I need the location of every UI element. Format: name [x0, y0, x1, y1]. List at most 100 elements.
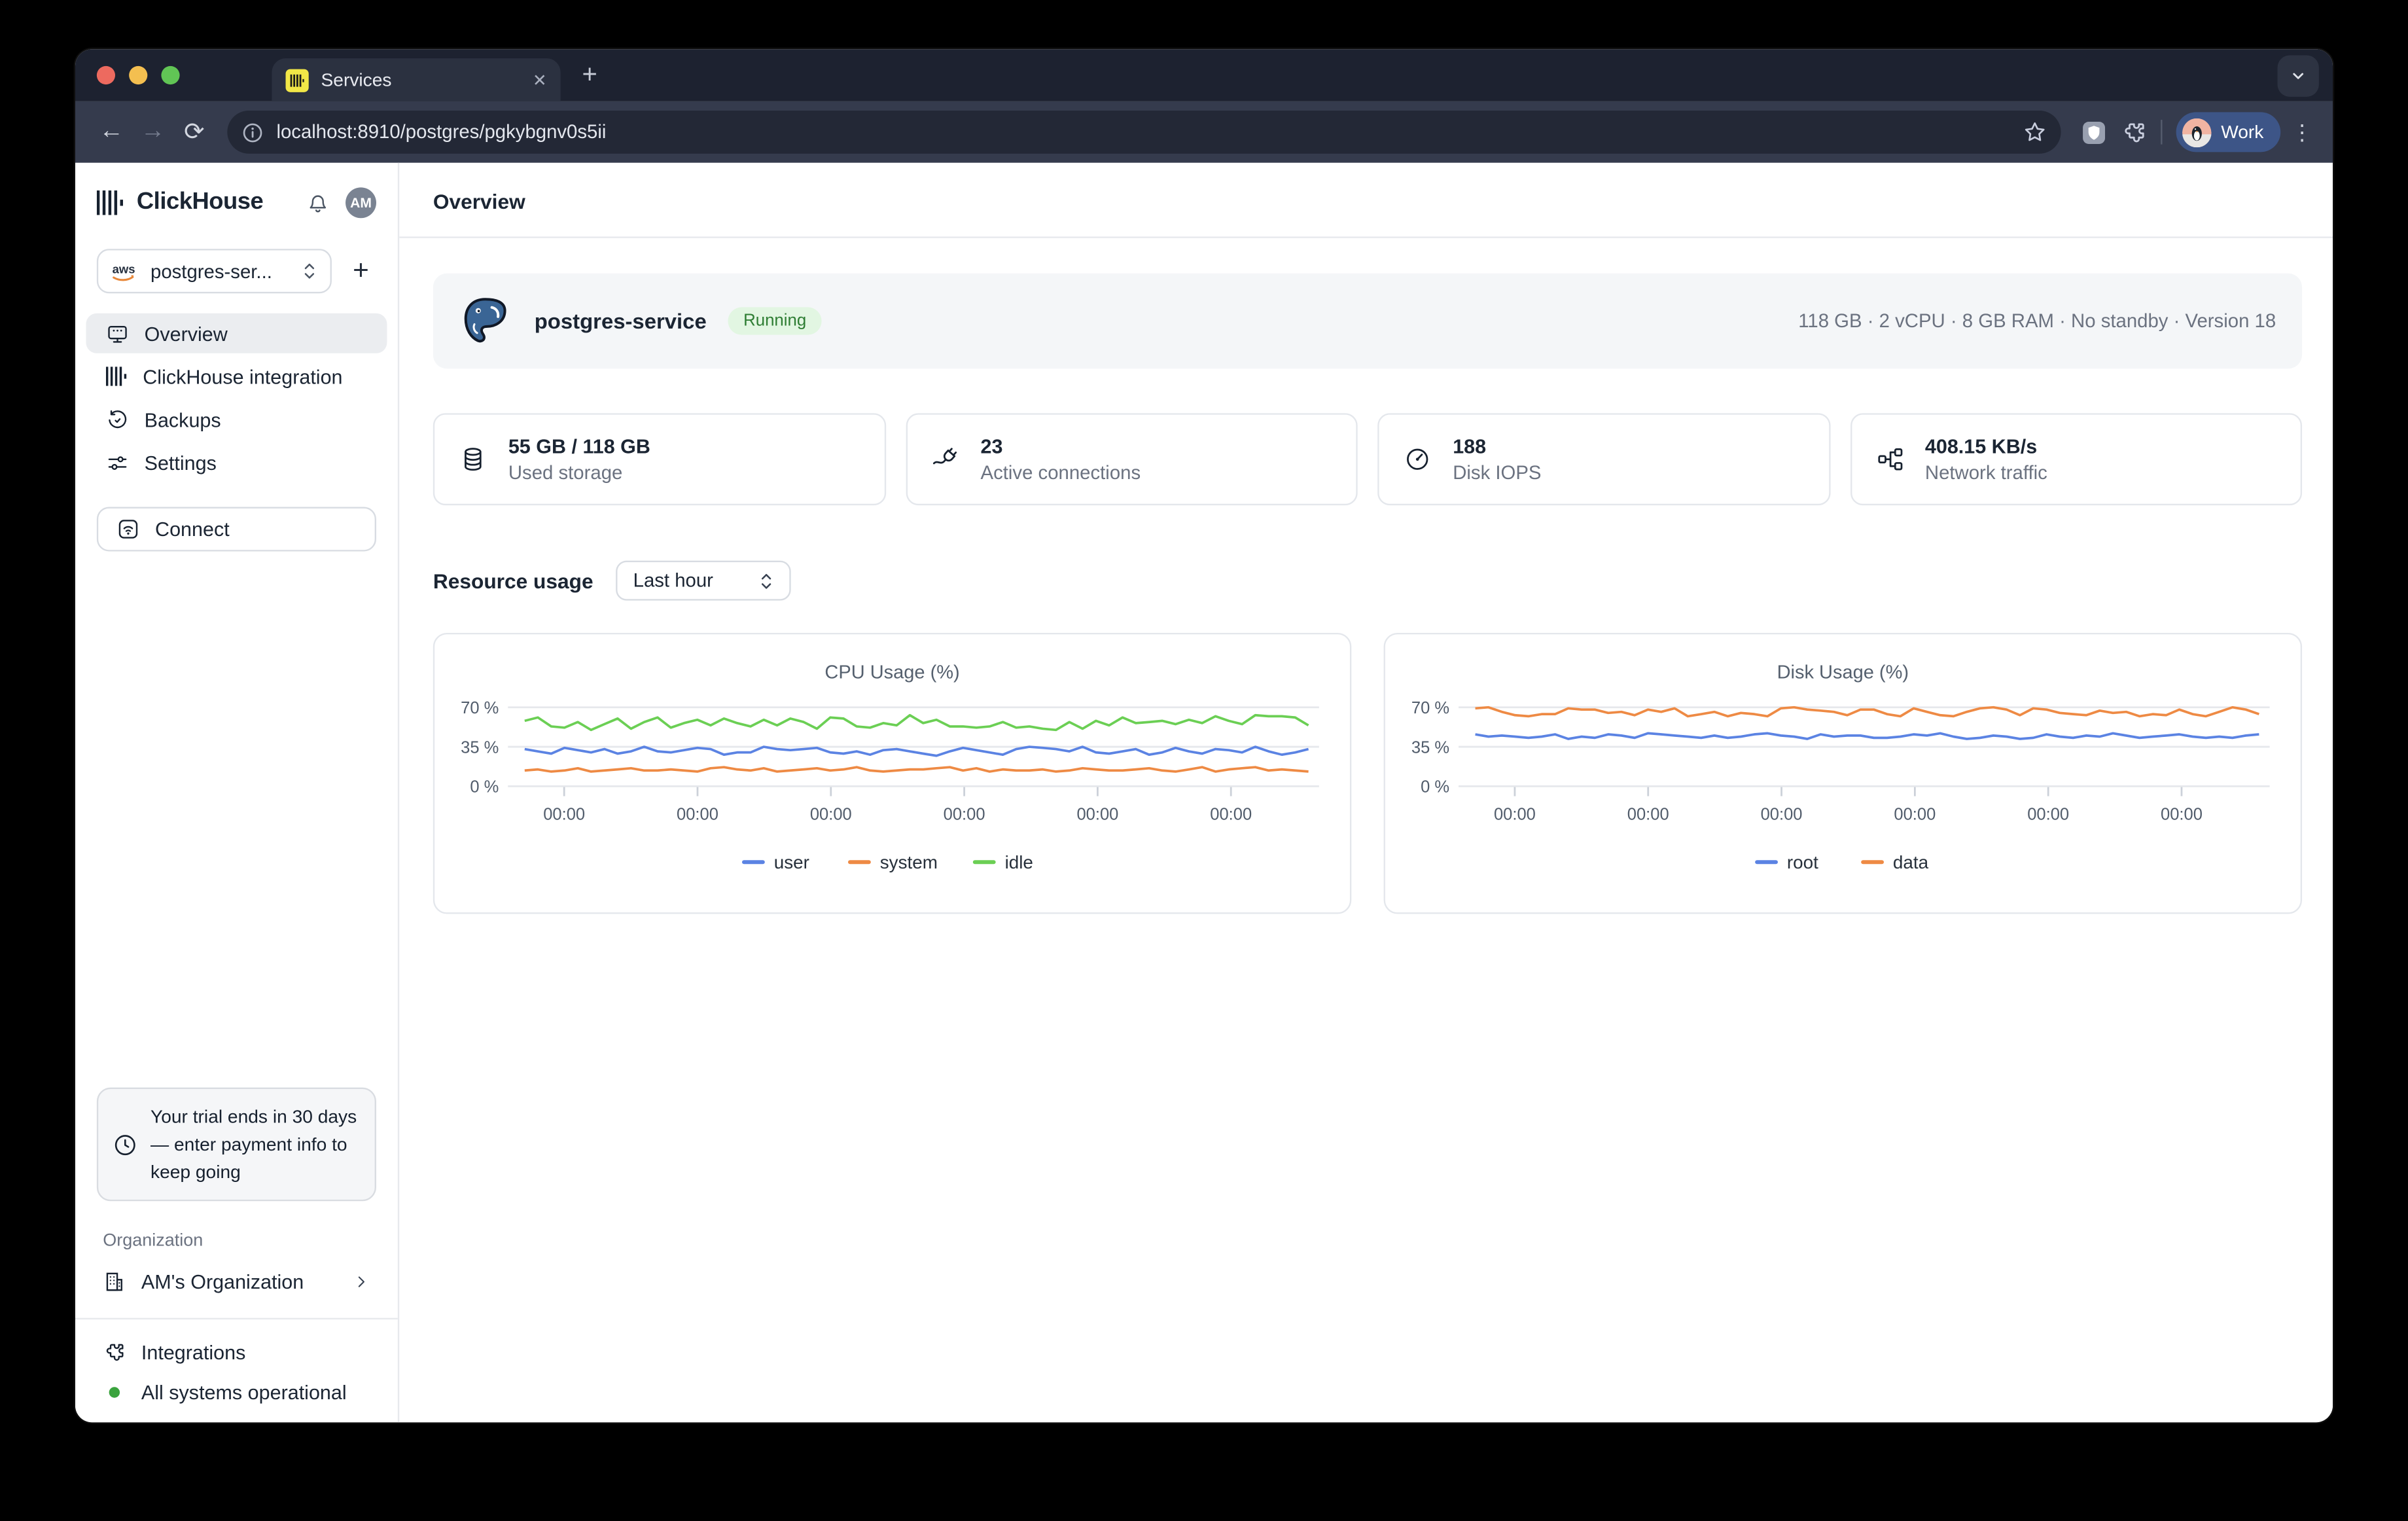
browser-menu-icon[interactable]: ⋮	[2287, 119, 2318, 145]
close-window-button[interactable]	[97, 66, 115, 84]
profile-label: Work	[2221, 121, 2263, 143]
sidebar-item-label: Settings	[145, 451, 217, 474]
service-select-dropdown[interactable]: aws postgres-ser...	[97, 249, 332, 293]
reload-button[interactable]: ⟳	[173, 116, 215, 147]
series-data	[1476, 707, 2259, 717]
connect-button[interactable]: Connect	[97, 507, 376, 551]
series-system	[525, 767, 1309, 772]
integrations-link[interactable]: Integrations	[97, 1341, 376, 1364]
chart-title: Disk Usage (%)	[1777, 662, 1909, 683]
shield-extension-icon[interactable]	[2074, 112, 2114, 152]
brand-name: ClickHouse	[137, 189, 263, 217]
forward-button[interactable]: →	[132, 118, 173, 146]
resource-usage-header: Resource usage Last hour	[433, 561, 2302, 601]
y-tick-label: 0 %	[470, 778, 499, 796]
service-selector-row: aws postgres-ser... +	[97, 249, 376, 293]
url-text[interactable]: localhost:8910/postgres/pgkybgnv0s5ii	[276, 121, 2010, 143]
service-hero-card: postgres-service Running 118 GB · 2 vCPU…	[433, 274, 2302, 369]
y-tick-label: 35 %	[1411, 738, 1449, 757]
x-tick-label: 00:00	[2027, 805, 2069, 823]
tab-search-chevron-icon[interactable]	[2278, 55, 2319, 96]
x-tick-label: 00:00	[1494, 805, 1536, 823]
x-tick-label: 00:00	[944, 805, 985, 823]
service-specs: 118 GB · 2 vCPU · 8 GB RAM · No standby …	[1798, 310, 2276, 332]
y-tick-label: 70 %	[461, 699, 499, 717]
y-tick-label: 0 %	[1421, 778, 1449, 796]
add-service-button[interactable]: +	[345, 255, 376, 287]
time-range-select[interactable]: Last hour	[616, 561, 792, 601]
stat-content: 408.15 KB/s Network traffic	[1925, 435, 2047, 484]
aws-logo: aws	[111, 260, 138, 282]
gauge-icon	[1404, 446, 1431, 473]
stat-card-network-traffic: 408.15 KB/s Network traffic	[1850, 413, 2302, 505]
building-icon	[103, 1270, 126, 1293]
stat-content: 188 Disk IOPS	[1453, 435, 1541, 484]
notifications-bell-icon[interactable]	[306, 190, 330, 215]
profile-button[interactable]: Work	[2176, 112, 2280, 152]
legend-label-system: system	[880, 852, 938, 872]
status-text: All systems operational	[141, 1381, 347, 1404]
legend-label-root: root	[1787, 852, 1818, 872]
sidebar-header: ClickHouse AM	[97, 183, 376, 223]
postgres-logo	[459, 295, 512, 348]
site-info-icon[interactable]	[241, 120, 264, 143]
legend-label-data: data	[1893, 852, 1929, 872]
browser-tab-services[interactable]: Services ✕	[272, 58, 560, 101]
stat-content: 55 GB / 118 GB Used storage	[508, 435, 650, 484]
bookmark-star-icon[interactable]	[2023, 120, 2047, 145]
plug-icon	[931, 446, 959, 473]
tab-close-icon[interactable]: ✕	[533, 70, 547, 90]
sidebar-item-settings[interactable]: Settings	[86, 442, 387, 482]
sidebar-item-label: ClickHouse integration	[143, 365, 342, 387]
charts-row: CPU Usage (%)0 %35 %70 %00:0000:0000:000…	[433, 633, 2302, 914]
x-tick-label: 00:00	[2161, 805, 2203, 823]
system-status-link[interactable]: All systems operational	[97, 1381, 376, 1404]
y-tick-label: 70 %	[1411, 699, 1449, 717]
address-bar[interactable]: localhost:8910/postgres/pgkybgnv0s5ii	[227, 111, 2061, 154]
stat-label: Network traffic	[1925, 462, 2047, 484]
stat-value: 408.15 KB/s	[1925, 435, 2047, 457]
stat-content: 23 Active connections	[981, 435, 1141, 484]
history-icon	[106, 408, 129, 431]
minimize-window-button[interactable]	[129, 66, 147, 84]
stat-card-disk-iops: 188 Disk IOPS	[1377, 413, 1830, 505]
sidebar-item-overview[interactable]: Overview	[86, 313, 387, 353]
series-root	[1476, 733, 2259, 739]
browser-window: Services ✕ + ← → ⟳ localhost:8910/postgr…	[75, 49, 2333, 1422]
organization-section-label: Organization	[97, 1232, 376, 1250]
x-tick-label: 00:00	[1210, 805, 1252, 823]
connect-icon	[116, 518, 139, 541]
stat-card-active-connections: 23 Active connections	[906, 413, 1358, 505]
series-user	[525, 747, 1309, 756]
stat-label: Used storage	[508, 462, 650, 484]
y-tick-label: 35 %	[461, 738, 499, 757]
browser-toolbar: ← → ⟳ localhost:8910/postgres/pgkybgnv0s…	[75, 101, 2333, 163]
database-icon	[459, 446, 487, 473]
user-avatar[interactable]: AM	[345, 187, 376, 218]
toolbar-separator	[2161, 120, 2163, 145]
window-controls	[97, 66, 180, 84]
tab-title: Services	[321, 69, 521, 91]
new-tab-button[interactable]: +	[582, 60, 597, 91]
sidebar-item-clickhouse-integration[interactable]: ClickHouse integration	[86, 356, 387, 396]
clickhouse-bars-icon	[106, 366, 128, 387]
chevron-updown-icon	[301, 261, 318, 281]
status-dot	[109, 1387, 120, 1397]
sidebar: ClickHouse AM aws postgres-ser... +	[75, 163, 399, 1422]
series-idle	[525, 715, 1309, 730]
back-button[interactable]: ←	[90, 118, 132, 146]
trial-notice: Your trial ends in 30 days — enter payme…	[97, 1088, 376, 1202]
sidebar-item-backups[interactable]: Backups	[86, 399, 387, 439]
extensions-puzzle-icon[interactable]	[2114, 112, 2153, 152]
tab-strip: Services ✕ +	[75, 49, 2333, 101]
zoom-window-button[interactable]	[161, 66, 179, 84]
x-tick-label: 00:00	[810, 805, 852, 823]
screen: Services ✕ + ← → ⟳ localhost:8910/postgr…	[0, 0, 2408, 1520]
puzzle-icon	[103, 1341, 126, 1364]
legend-swatch-root	[1755, 860, 1778, 864]
legend-swatch-data	[1861, 860, 1884, 864]
disk-usage-chart-panel: Disk Usage (%) 0 % 35 % 70 % 00:00 00:00 00:00…	[1384, 633, 2302, 914]
organization-row[interactable]: AM's Organization	[97, 1270, 376, 1293]
clickhouse-logo-icon	[97, 190, 124, 215]
stat-label: Active connections	[981, 462, 1141, 484]
